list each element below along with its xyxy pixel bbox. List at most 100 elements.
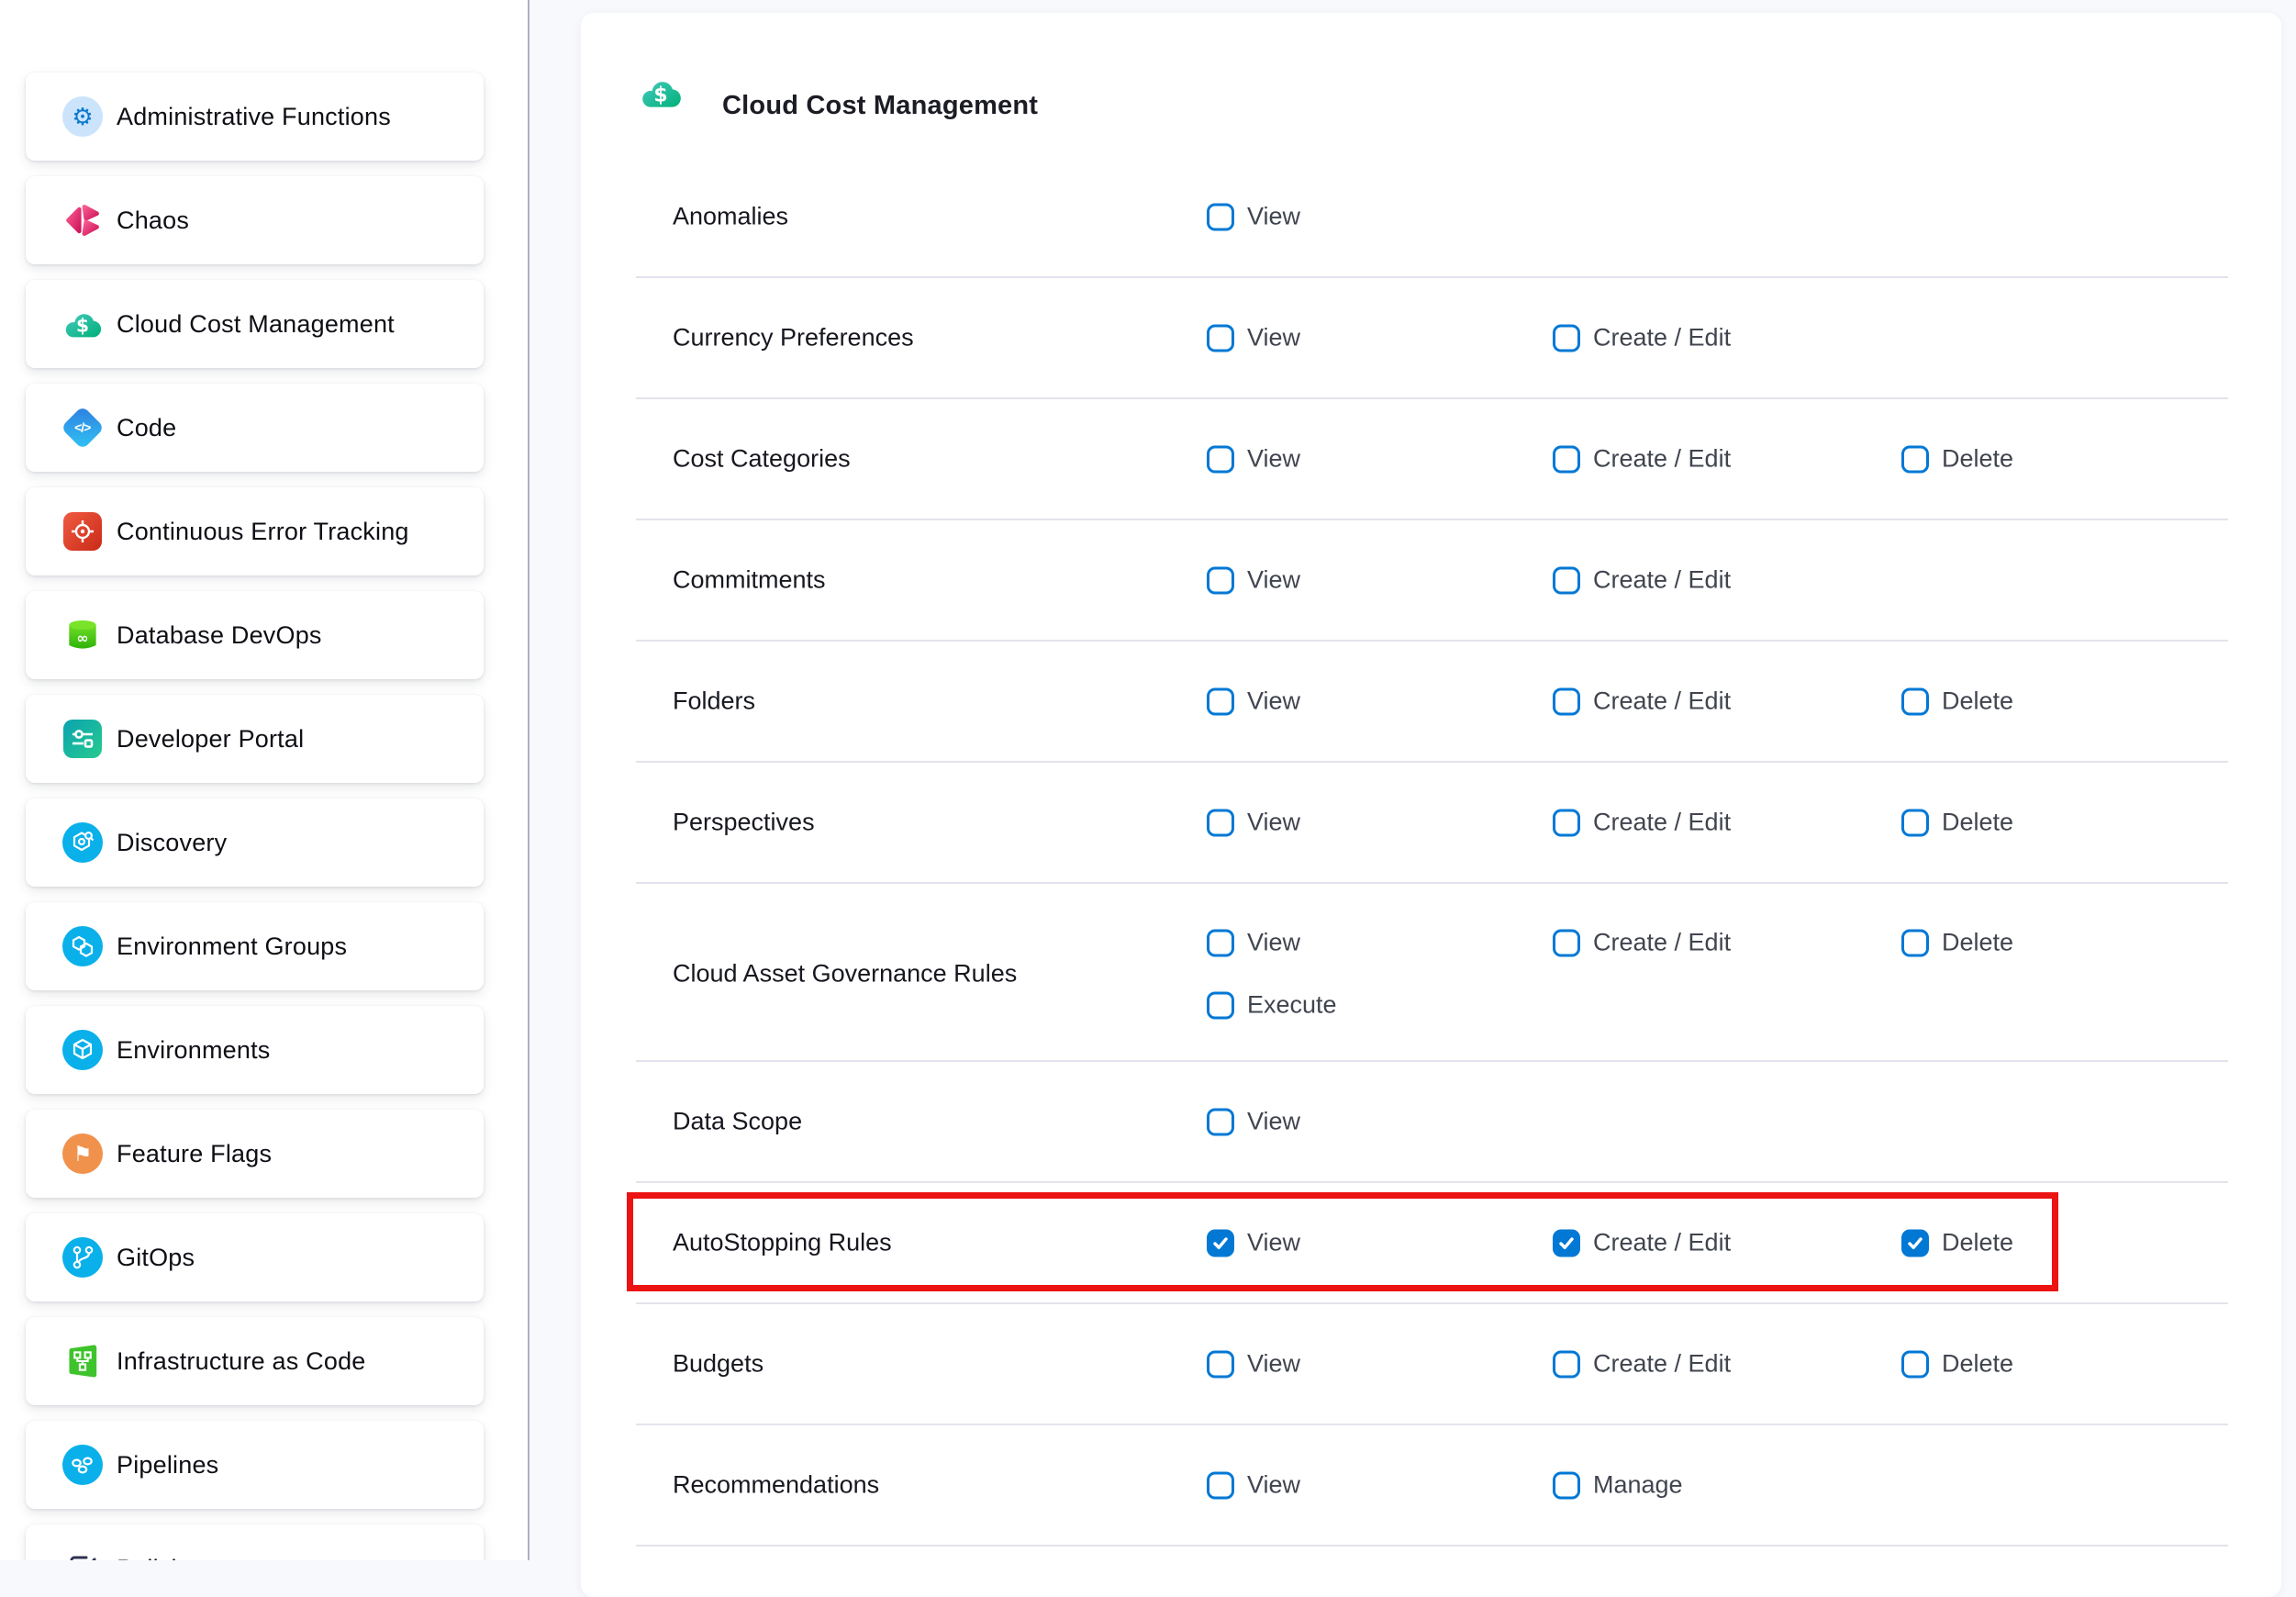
checkbox[interactable] [1553, 1350, 1580, 1378]
permission-anomalies-view[interactable]: View [1207, 203, 1300, 231]
code-icon: </> [61, 406, 105, 450]
checkbox[interactable] [1553, 809, 1580, 836]
resource-label: Cost Categories [673, 445, 851, 474]
permission-commitments-create-edit[interactable]: Create / Edit [1553, 566, 1731, 595]
resource-label: Data Scope [673, 1108, 802, 1136]
permission-folders-create-edit[interactable]: Create / Edit [1553, 687, 1731, 716]
sliders-icon [61, 717, 105, 761]
cube-icon [61, 1028, 105, 1072]
checkbox[interactable] [1901, 445, 1929, 473]
sidebar-item-discovery[interactable]: Discovery [26, 798, 484, 887]
cloud-dollar-icon: $ [638, 70, 684, 120]
module-sidebar: ⚙ Administrative Functions Chaos $ Cloud… [0, 0, 529, 1560]
resource-label: Commitments [673, 566, 826, 595]
checkbox[interactable] [1553, 929, 1580, 956]
sidebar-item-continuous-error-tracking[interactable]: Continuous Error Tracking [26, 487, 484, 575]
checkbox[interactable] [1207, 687, 1234, 715]
permission-recommendations-manage[interactable]: Manage [1553, 1471, 1683, 1500]
checkbox[interactable] [1553, 566, 1580, 594]
permission-cloud-asset-governance-rules-execute[interactable]: Execute [1207, 991, 1337, 1020]
checkbox[interactable] [1553, 324, 1580, 352]
checkbox[interactable] [1901, 1229, 1929, 1256]
row-cloud-asset-governance-rules: Cloud Asset Governance Rules View Create… [636, 884, 2228, 1062]
permission-cloud-asset-governance-rules-create-edit[interactable]: Create / Edit [1553, 929, 1731, 957]
checkbox[interactable] [1553, 687, 1580, 715]
permission-currency-preferences-view[interactable]: View [1207, 324, 1300, 352]
resource-label: Budgets [673, 1350, 763, 1379]
checkbox[interactable] [1207, 929, 1234, 956]
permission-data-scope-view[interactable]: View [1207, 1108, 1300, 1136]
checkbox[interactable] [1207, 1350, 1234, 1378]
permission-autostopping-rules-create-edit[interactable]: Create / Edit [1553, 1229, 1731, 1257]
permission-perspectives-delete[interactable]: Delete [1901, 809, 2013, 837]
row-currency-preferences: Currency Preferences View Create / Edit [636, 278, 2228, 399]
checkbox[interactable] [1901, 1350, 1929, 1378]
sidebar-item-developer-portal[interactable]: Developer Portal [26, 695, 484, 783]
sidebar-item-policies[interactable]: Policies [26, 1524, 484, 1560]
checkbox[interactable] [1553, 1471, 1580, 1499]
permission-budgets-create-edit[interactable]: Create / Edit [1553, 1350, 1731, 1379]
checkbox[interactable] [1901, 929, 1929, 956]
resource-label: Recommendations [673, 1471, 879, 1500]
permission-budgets-delete[interactable]: Delete [1901, 1350, 2013, 1379]
permission-perspectives-view[interactable]: View [1207, 809, 1300, 837]
permission-autostopping-rules-view[interactable]: View [1207, 1229, 1300, 1257]
checkbox[interactable] [1901, 809, 1929, 836]
cloud-dollar-icon: $ [61, 302, 105, 346]
checkbox[interactable] [1207, 809, 1234, 836]
sidebar-item-cloud-cost-management[interactable]: $ Cloud Cost Management [26, 280, 484, 368]
permission-folders-delete[interactable]: Delete [1901, 687, 2013, 716]
permission-budgets-view[interactable]: View [1207, 1350, 1300, 1379]
permission-perspectives-create-edit[interactable]: Create / Edit [1553, 809, 1731, 837]
sidebar-item-administrative-functions[interactable]: ⚙ Administrative Functions [26, 73, 484, 161]
checkbox[interactable] [1207, 324, 1234, 352]
hexagon-group-icon [61, 924, 105, 968]
sidebar-item-infrastructure-as-code[interactable]: Infrastructure as Code [26, 1317, 484, 1405]
checkbox[interactable] [1207, 1471, 1234, 1499]
sidebar-item-gitops[interactable]: GitOps [26, 1213, 484, 1301]
flag-icon: ⚑ [61, 1132, 105, 1176]
checkbox[interactable] [1553, 1229, 1580, 1256]
permissions-card: $ Cloud Cost Management Anomalies View C… [581, 13, 2281, 1597]
checkbox[interactable] [1207, 1229, 1234, 1256]
row-budgets: Budgets View Create / Edit Delete [636, 1304, 2228, 1425]
checkbox[interactable] [1207, 203, 1234, 230]
hexagon-search-icon [61, 821, 105, 865]
permission-autostopping-rules-delete[interactable]: Delete [1901, 1229, 2013, 1257]
gear-icon: ⚙ [61, 95, 105, 139]
card-header: $ Cloud Cost Management [581, 13, 2281, 157]
row-anomalies: Anomalies View [636, 157, 2228, 278]
sidebar-item-chaos[interactable]: Chaos [26, 176, 484, 264]
row-data-scope: Data Scope View [636, 1062, 2228, 1183]
checkbox[interactable] [1207, 566, 1234, 594]
permission-commitments-view[interactable]: View [1207, 566, 1300, 595]
resource-label: Currency Preferences [673, 324, 914, 352]
permission-cloud-asset-governance-rules-delete[interactable]: Delete [1901, 929, 2013, 957]
sidebar-item-environments[interactable]: Environments [26, 1006, 484, 1094]
permission-currency-preferences-create-edit[interactable]: Create / Edit [1553, 324, 1731, 352]
permission-cost-categories-view[interactable]: View [1207, 445, 1300, 474]
checkbox[interactable] [1207, 991, 1234, 1019]
target-icon [61, 509, 105, 553]
row-commitments: Commitments View Create / Edit [636, 520, 2228, 642]
sidebar-item-pipelines[interactable]: Pipelines [26, 1421, 484, 1509]
module-title: Cloud Cost Management [722, 91, 1038, 121]
checkbox[interactable] [1901, 687, 1929, 715]
checkbox[interactable] [1207, 1108, 1234, 1135]
checkbox[interactable] [1553, 445, 1580, 473]
permission-cloud-asset-governance-rules-view[interactable]: View [1207, 929, 1300, 957]
permission-folders-view[interactable]: View [1207, 687, 1300, 716]
permission-cost-categories-delete[interactable]: Delete [1901, 445, 2013, 474]
resource-label: AutoStopping Rules [673, 1229, 892, 1257]
chain-links-icon [61, 1443, 105, 1487]
sidebar-item-feature-flags[interactable]: ⚑ Feature Flags [26, 1110, 484, 1198]
sidebar-item-environment-groups[interactable]: Environment Groups [26, 902, 484, 990]
sidebar-item-database-devops[interactable]: ∞ Database DevOps [26, 591, 484, 679]
row-autostopping-rules: AutoStopping Rules View Create / Edit De… [636, 1183, 2228, 1304]
sidebar-item-code[interactable]: </> Code [26, 384, 484, 472]
checkbox[interactable] [1207, 445, 1234, 473]
row-perspectives: Perspectives View Create / Edit Delete [636, 763, 2228, 884]
resource-label: Anomalies [673, 203, 788, 231]
permission-recommendations-view[interactable]: View [1207, 1471, 1300, 1500]
permission-cost-categories-create-edit[interactable]: Create / Edit [1553, 445, 1731, 474]
